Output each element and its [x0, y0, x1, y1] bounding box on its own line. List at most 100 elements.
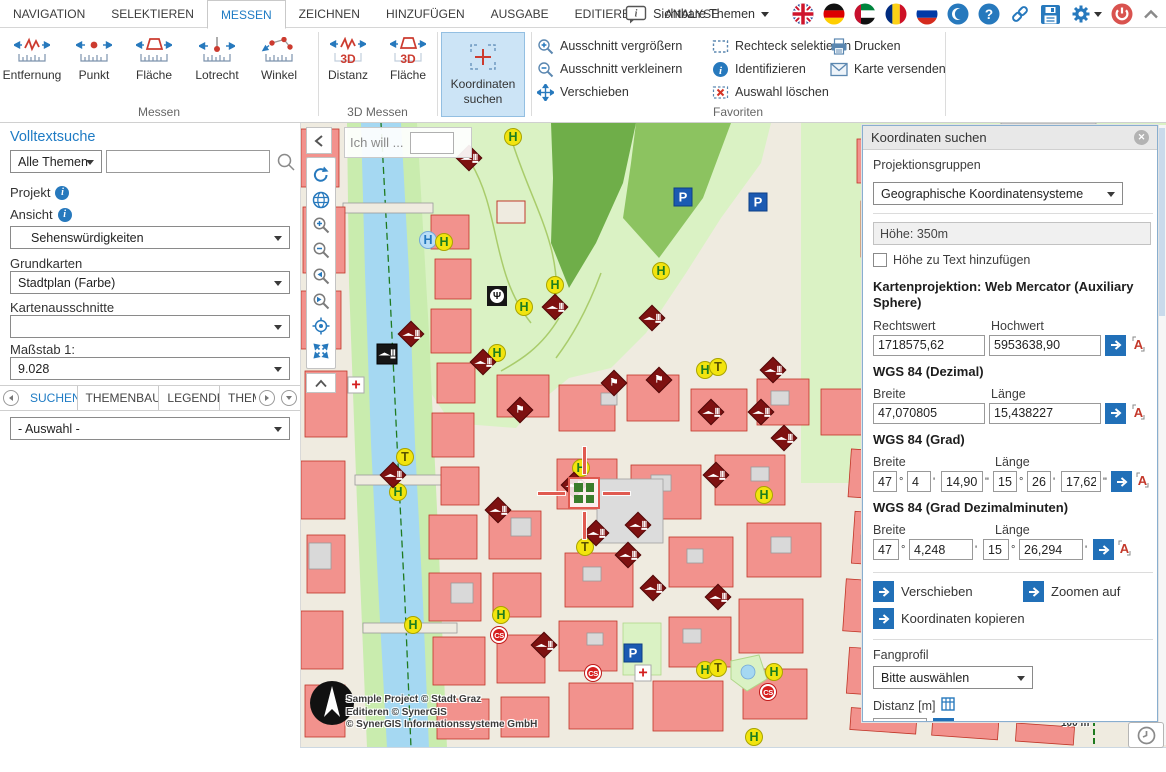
- zoom-to-action-button[interactable]: Zoomen auf: [1023, 581, 1120, 602]
- refresh-button[interactable]: [309, 164, 333, 186]
- help-icon[interactable]: ?: [978, 3, 1000, 25]
- night-mode-icon[interactable]: [947, 3, 969, 25]
- dm-lon-min-input[interactable]: [1019, 539, 1083, 560]
- i-want-to-input[interactable]: [410, 132, 454, 154]
- rechtswert-input[interactable]: [873, 335, 985, 356]
- projection-group-select[interactable]: Geographische Koordinatensysteme: [873, 182, 1123, 205]
- label-coordinate-icon[interactable]: A: [1116, 539, 1133, 560]
- info-icon[interactable]: i: [58, 208, 72, 222]
- menu-messen[interactable]: MESSEN: [207, 0, 286, 29]
- history-clock-button[interactable]: [1128, 722, 1164, 748]
- dms-lon-sec-input[interactable]: [1061, 471, 1101, 492]
- measure-3d-area-button[interactable]: 3D Fläche: [382, 31, 434, 105]
- tab-suchen[interactable]: SUCHEN: [22, 386, 78, 410]
- clear-selection-button[interactable]: Auswahl löschen: [712, 82, 829, 102]
- dm-lat-min-input[interactable]: [909, 539, 973, 560]
- height-to-text-checkbox[interactable]: [873, 253, 887, 267]
- zoom-out-button[interactable]: [309, 239, 333, 261]
- collapse-toolbar-icon[interactable]: [1142, 7, 1160, 21]
- scale-select[interactable]: 9.028: [10, 357, 290, 380]
- label-coordinate-icon[interactable]: A: [1130, 335, 1147, 356]
- arrow-icon[interactable]: [1023, 581, 1044, 602]
- map-extents-select[interactable]: [10, 315, 290, 338]
- snap-distance-input[interactable]: [873, 718, 927, 721]
- scrollbar-thumb[interactable]: [1159, 128, 1165, 316]
- hochwert-input[interactable]: [989, 335, 1101, 356]
- link-icon[interactable]: [1009, 3, 1031, 25]
- tab-themen[interactable]: THEMEN: [220, 386, 256, 410]
- label-coordinate-icon[interactable]: A: [1134, 471, 1151, 492]
- zoom-in-extent-button[interactable]: Ausschnitt vergrößern: [537, 36, 682, 56]
- flag-romania-icon[interactable]: [885, 3, 907, 25]
- apply-wgs-dms-button[interactable]: [1111, 471, 1132, 492]
- measure-distance-button[interactable]: Entfernung: [2, 31, 62, 105]
- flag-uk-icon[interactable]: [792, 3, 814, 25]
- apply-distance-button[interactable]: [933, 718, 954, 721]
- menu-ausgabe[interactable]: AUSGABE: [478, 0, 562, 28]
- map-toolbar-collapse-button[interactable]: [306, 373, 336, 393]
- search-icon[interactable]: [276, 152, 296, 177]
- tabs-scroll-left-button[interactable]: [3, 390, 19, 406]
- arrow-icon[interactable]: [873, 581, 894, 602]
- close-icon[interactable]: ✕: [1134, 130, 1149, 145]
- move-action-button[interactable]: Verschieben: [873, 581, 1023, 602]
- tabs-scroll-right-button[interactable]: [259, 390, 275, 406]
- tab-themenbaum[interactable]: THEMENBAUM: [78, 386, 160, 410]
- flag-russia-icon[interactable]: [916, 3, 938, 25]
- menu-hinzufuegen[interactable]: HINZUFÜGEN: [373, 0, 478, 28]
- print-button[interactable]: Drucken: [830, 36, 901, 56]
- flag-germany-icon[interactable]: [823, 3, 845, 25]
- tab-legende[interactable]: LEGENDE: [159, 386, 220, 410]
- measure-3d-distance-button[interactable]: 3D Distanz: [322, 31, 374, 105]
- dm-lat-deg-input[interactable]: [873, 539, 899, 560]
- menu-zeichnen[interactable]: ZEICHNEN: [286, 0, 373, 28]
- info-icon[interactable]: i: [55, 186, 69, 200]
- visible-themes-dropdown[interactable]: i Sichtbare Themen: [625, 5, 769, 24]
- coordinate-search-button[interactable]: Koordinaten suchen: [441, 32, 525, 117]
- label-coordinate-icon[interactable]: A: [1130, 403, 1147, 424]
- i-want-to-widget[interactable]: Ich will ...: [344, 127, 472, 158]
- selection-select[interactable]: - Auswahl -: [10, 417, 290, 440]
- locate-button[interactable]: [309, 315, 333, 337]
- save-icon[interactable]: [1040, 4, 1061, 25]
- zoom-in-button[interactable]: [309, 214, 333, 236]
- fulltext-search-input[interactable]: [106, 150, 270, 173]
- dm-lon-deg-input[interactable]: [983, 539, 1009, 560]
- grid-table-icon[interactable]: [941, 697, 955, 714]
- dms-lat-sec-input[interactable]: [941, 471, 983, 492]
- snap-profile-select[interactable]: Bitte auswählen: [873, 666, 1033, 689]
- previous-extent-button[interactable]: [309, 265, 333, 287]
- pan-button[interactable]: Verschieben: [537, 82, 629, 102]
- logout-power-icon[interactable]: [1111, 3, 1133, 25]
- apply-wgs-dm-button[interactable]: [1093, 539, 1114, 560]
- measure-perpendicular-button[interactable]: Lotrecht: [188, 31, 246, 105]
- dms-lon-deg-input[interactable]: [993, 471, 1017, 492]
- basemap-select[interactable]: Stadtplan (Farbe): [10, 271, 290, 294]
- dms-lat-min-input[interactable]: [907, 471, 931, 492]
- fulltext-search-title[interactable]: Volltextsuche: [10, 129, 95, 145]
- apply-web-mercator-button[interactable]: [1105, 335, 1126, 356]
- settings-gear-icon[interactable]: [1070, 3, 1102, 25]
- dms-lat-deg-input[interactable]: [873, 471, 897, 492]
- view-select[interactable]: Sehenswürdigkeiten: [10, 226, 290, 249]
- next-extent-button[interactable]: [309, 290, 333, 312]
- measure-angle-button[interactable]: Winkel: [252, 31, 306, 105]
- identify-button[interactable]: i Identifizieren: [712, 59, 806, 79]
- theme-filter-select[interactable]: Alle Themen: [10, 150, 102, 173]
- dms-lon-min-input[interactable]: [1027, 471, 1051, 492]
- menu-selektieren[interactable]: SELEKTIEREN: [98, 0, 207, 28]
- flag-uae-icon[interactable]: [854, 3, 876, 25]
- copy-coordinates-action-button[interactable]: Koordinaten kopieren: [873, 608, 1153, 629]
- zoom-out-extent-button[interactable]: Ausschnitt verkleinern: [537, 59, 682, 79]
- tabs-overflow-button[interactable]: [281, 390, 297, 406]
- menu-navigation[interactable]: NAVIGATION: [0, 0, 98, 28]
- wgs-decimal-lat-input[interactable]: [873, 403, 985, 424]
- measure-point-button[interactable]: Punkt: [68, 31, 120, 105]
- panel-scrollbar[interactable]: [1158, 125, 1166, 745]
- wgs-decimal-lon-input[interactable]: [989, 403, 1101, 424]
- measure-area-button[interactable]: Fläche: [128, 31, 180, 105]
- arrow-icon[interactable]: [873, 608, 894, 629]
- globe-overview-button[interactable]: [309, 189, 333, 211]
- full-extent-button[interactable]: [309, 340, 333, 362]
- apply-wgs-decimal-button[interactable]: [1105, 403, 1126, 424]
